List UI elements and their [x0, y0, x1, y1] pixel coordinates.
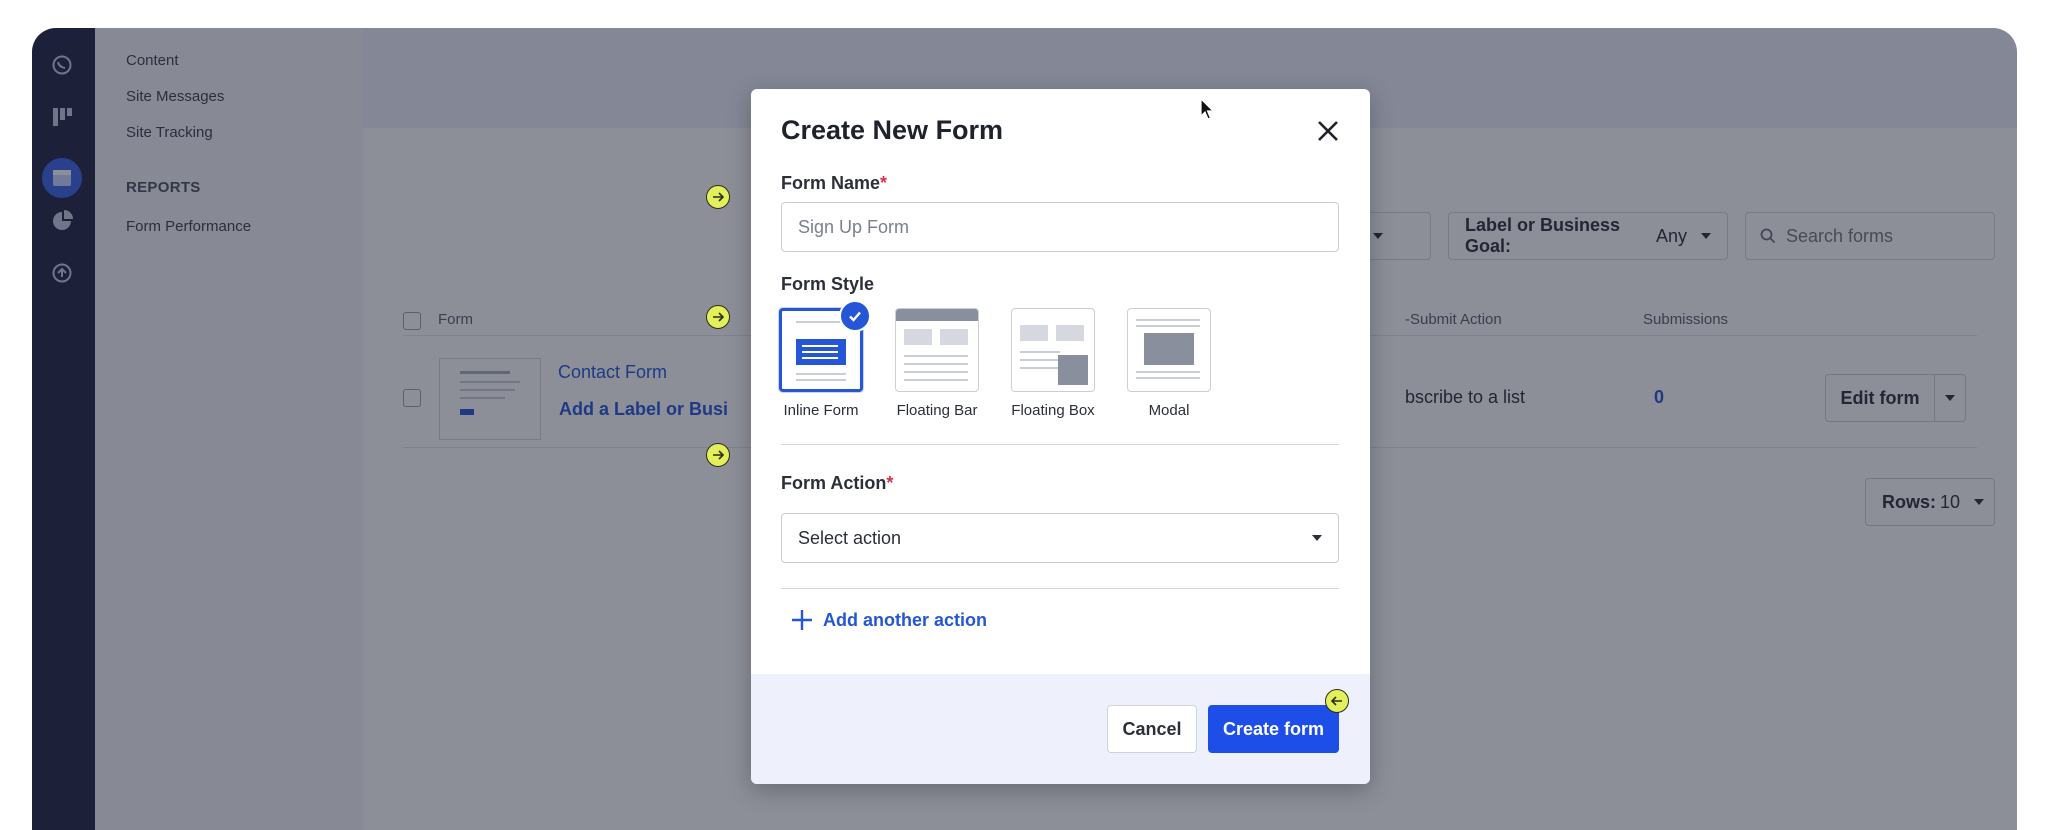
close-icon	[1318, 121, 1338, 141]
style-option-label: Inline Form	[783, 402, 859, 419]
form-action-label: Form Action*	[781, 473, 894, 493]
divider	[781, 444, 1339, 445]
app-window: Content Site Messages Site Tracking REPO…	[32, 28, 2017, 830]
floating-bar-illustration	[895, 308, 979, 392]
modal-illustration	[1127, 308, 1211, 392]
mouse-cursor-icon	[1200, 98, 1215, 120]
divider	[781, 588, 1339, 589]
create-form-modal: Create New Form Form Name* Form Style In…	[751, 89, 1370, 784]
form-name-label: Form Name*	[781, 173, 888, 193]
floating-box-illustration	[1011, 308, 1095, 392]
style-option-inline-form[interactable]: Inline Form	[771, 300, 871, 419]
cancel-button[interactable]: Cancel	[1107, 705, 1197, 753]
required-mark: *	[880, 173, 888, 193]
arrow-left-icon	[1325, 689, 1349, 713]
plus-icon	[792, 610, 812, 630]
style-option-label: Modal	[1148, 402, 1190, 419]
selected-check-icon	[839, 300, 871, 332]
style-option-label: Floating Box	[1011, 402, 1095, 419]
required-mark: *	[886, 473, 894, 493]
form-action-select-value: Select action	[798, 527, 902, 548]
modal-footer: Cancel Create form	[751, 674, 1370, 784]
chevron-down-icon	[1312, 535, 1322, 541]
style-option-modal[interactable]: Modal	[1119, 308, 1219, 419]
add-another-action-button[interactable]: Add another action	[791, 609, 987, 631]
arrow-right-icon	[706, 185, 730, 209]
modal-title: Create New Form	[781, 115, 1004, 145]
arrow-right-icon	[706, 443, 730, 467]
arrow-right-icon	[706, 305, 730, 329]
create-form-button[interactable]: Create form	[1208, 705, 1339, 753]
style-option-label: Floating Bar	[896, 402, 978, 419]
add-another-action-label: Add another action	[823, 609, 988, 630]
style-option-floating-box[interactable]: Floating Box	[1003, 308, 1103, 419]
form-action-select[interactable]: Select action	[781, 513, 1339, 563]
form-name-input[interactable]	[781, 202, 1339, 252]
form-style-label: Form Style	[781, 274, 875, 294]
close-button[interactable]	[1314, 117, 1342, 145]
style-option-floating-bar[interactable]: Floating Bar	[887, 308, 987, 419]
